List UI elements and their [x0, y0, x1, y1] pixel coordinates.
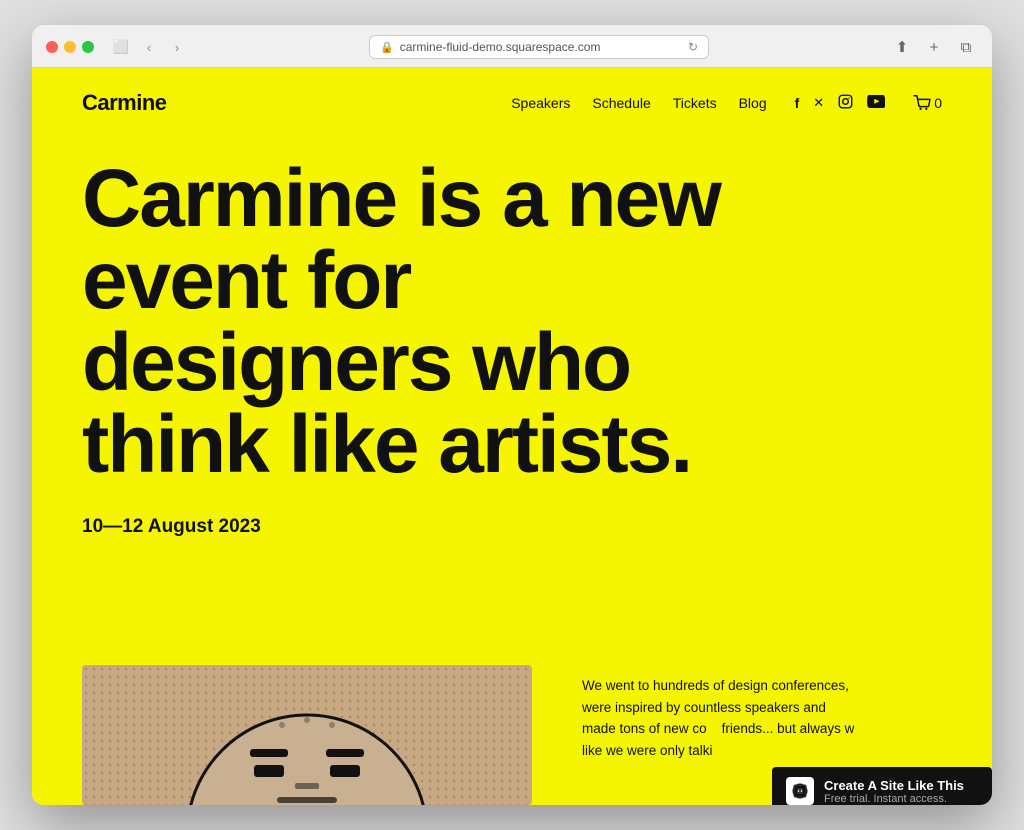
- face-illustration: [82, 665, 532, 805]
- twitter-icon[interactable]: ✕: [813, 95, 824, 111]
- site-navigation: Carmine Speakers Schedule Tickets Blog f…: [32, 68, 992, 138]
- sidebar-toggle-button[interactable]: ⬜: [110, 36, 132, 58]
- cart-count: 0: [934, 95, 942, 111]
- back-button[interactable]: ‹: [138, 36, 160, 58]
- forward-button[interactable]: ›: [166, 36, 188, 58]
- close-button[interactable]: [46, 41, 58, 53]
- squarespace-banner[interactable]: Create A Site Like This Free trial. Inst…: [772, 767, 992, 805]
- squarespace-banner-text: Create A Site Like This Free trial. Inst…: [824, 778, 964, 805]
- facebook-icon[interactable]: f: [795, 95, 800, 111]
- nav-blog[interactable]: Blog: [739, 95, 767, 111]
- maximize-button[interactable]: [82, 41, 94, 53]
- hero-image: [82, 665, 532, 805]
- nav-right: Speakers Schedule Tickets Blog f ✕: [511, 94, 942, 112]
- duplicate-button[interactable]: ⧉: [954, 35, 978, 59]
- nav-speakers[interactable]: Speakers: [511, 95, 570, 111]
- nav-tickets[interactable]: Tickets: [673, 95, 717, 111]
- hero-section: Carmine is a new event for designers who…: [32, 138, 992, 665]
- bottom-description: We went to hundreds of design conference…: [582, 665, 942, 761]
- cart-button[interactable]: 0: [913, 95, 942, 111]
- squarespace-logo: [786, 777, 814, 805]
- share-button[interactable]: ⬆: [890, 35, 914, 59]
- bottom-section: We went to hundreds of design conference…: [32, 665, 992, 805]
- site-logo[interactable]: Carmine: [82, 90, 167, 116]
- youtube-icon[interactable]: [867, 95, 885, 111]
- traffic-lights: [46, 41, 94, 53]
- minimize-button[interactable]: [64, 41, 76, 53]
- hero-title: Carmine is a new event for designers who…: [82, 158, 782, 486]
- address-bar[interactable]: 🔒 carmine-fluid-demo.squarespace.com ↻: [369, 35, 709, 59]
- browser-controls: ⬜ ‹ ›: [110, 36, 188, 58]
- ss-main-text: Create A Site Like This: [824, 778, 964, 793]
- browser-chrome: ⬜ ‹ › 🔒 carmine-fluid-demo.squarespace.c…: [32, 25, 992, 68]
- nav-links: Speakers Schedule Tickets Blog: [511, 95, 766, 111]
- nav-schedule[interactable]: Schedule: [592, 95, 650, 111]
- reload-button[interactable]: ↻: [688, 40, 698, 54]
- hero-date: 10—12 August 2023: [82, 516, 942, 538]
- url-text: carmine-fluid-demo.squarespace.com: [400, 40, 601, 54]
- new-tab-button[interactable]: +: [922, 35, 946, 59]
- instagram-icon[interactable]: [838, 94, 853, 112]
- address-bar-container: 🔒 carmine-fluid-demo.squarespace.com ↻: [198, 35, 880, 59]
- website-content: Carmine Speakers Schedule Tickets Blog f…: [32, 68, 992, 805]
- lock-icon: 🔒: [380, 41, 394, 54]
- description-text: We went to hundreds of design conference…: [582, 675, 942, 761]
- browser-window: ⬜ ‹ › 🔒 carmine-fluid-demo.squarespace.c…: [32, 25, 992, 805]
- ss-sub-text: Free trial. Instant access.: [824, 793, 964, 805]
- nav-social-icons: f ✕: [795, 94, 886, 112]
- browser-action-buttons: ⬆ + ⧉: [890, 35, 978, 59]
